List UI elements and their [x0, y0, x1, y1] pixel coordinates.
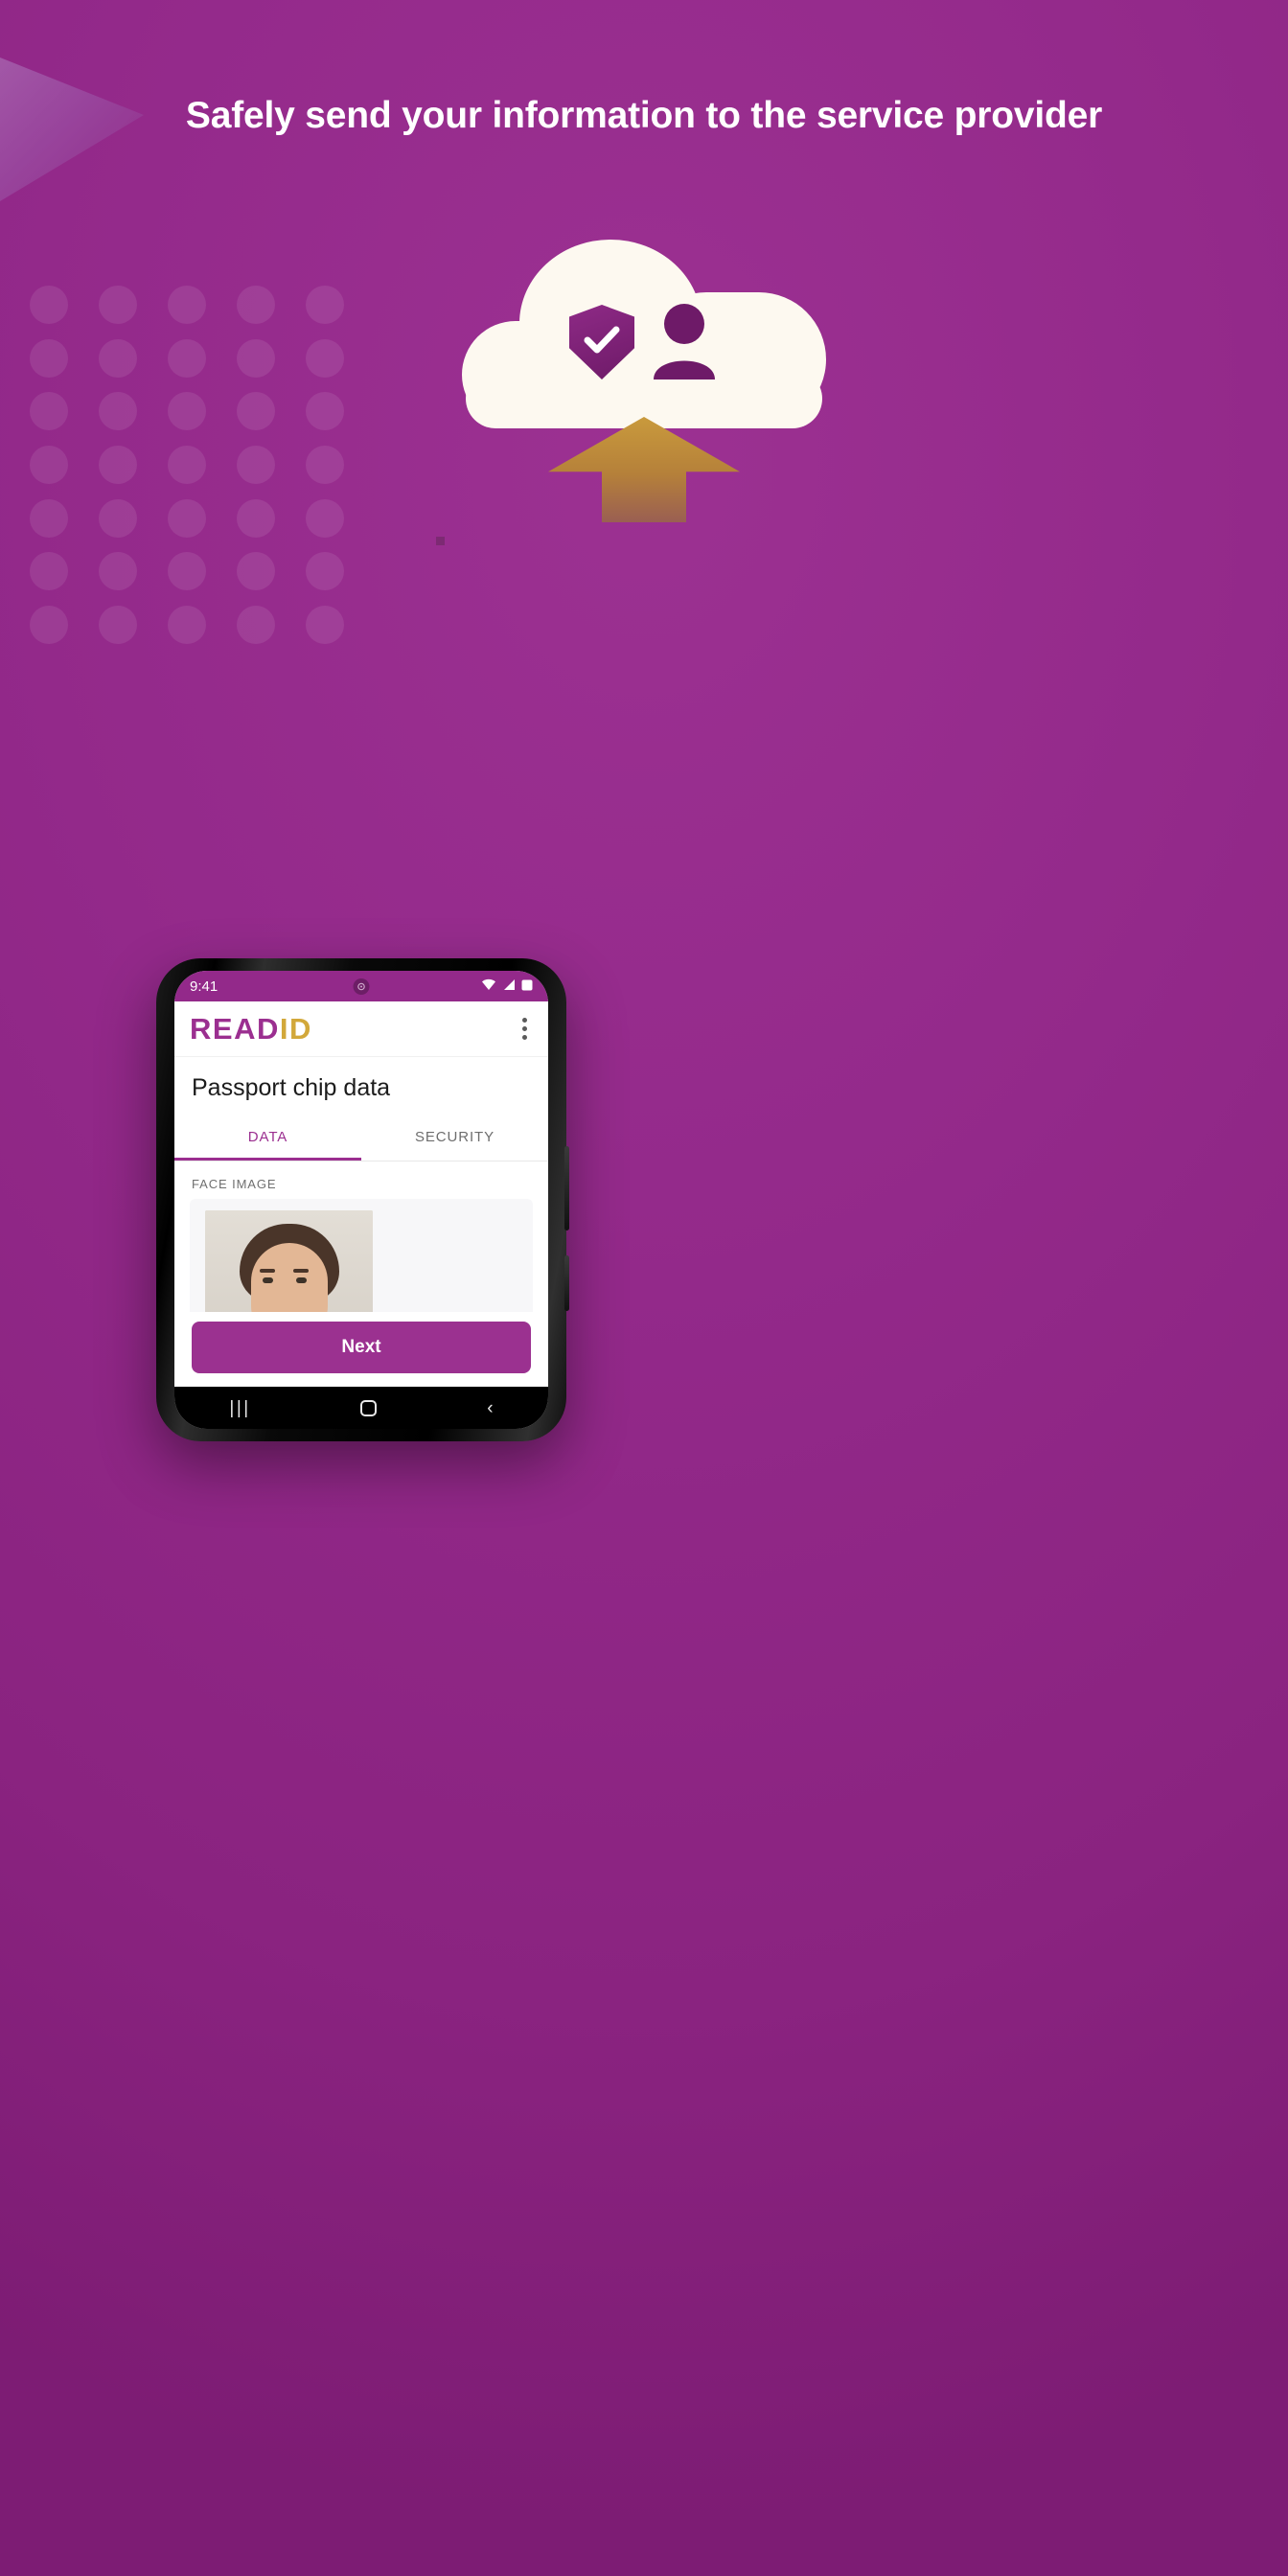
phone-mockup: 9:41 READID Passport chip data DATA SECU…	[156, 958, 569, 1441]
android-navigation-bar: ||| ‹	[174, 1387, 548, 1429]
app-bar: READID	[174, 1001, 548, 1057]
phone-screen: 9:41 READID Passport chip data DATA SECU…	[174, 971, 548, 1429]
upload-arrow-icon	[548, 417, 740, 522]
tab-bar: DATA SECURITY	[174, 1116, 548, 1162]
home-icon[interactable]	[360, 1399, 378, 1416]
tab-security[interactable]: SECURITY	[361, 1116, 548, 1161]
face-image-label: FACE IMAGE	[192, 1177, 277, 1191]
next-button[interactable]: Next	[192, 1322, 531, 1373]
page-title: Passport chip data	[192, 1074, 391, 1101]
person-icon	[650, 303, 719, 384]
tab-indicator	[174, 1158, 361, 1161]
phone-power-button	[564, 1255, 569, 1311]
decorative-dot	[436, 537, 445, 545]
app-logo: READID	[190, 1012, 312, 1046]
front-camera-icon	[353, 978, 370, 995]
tab-data[interactable]: DATA	[174, 1116, 361, 1161]
status-time: 9:41	[190, 978, 218, 995]
overflow-menu-icon[interactable]	[517, 1010, 533, 1047]
status-bar: 9:41	[174, 971, 548, 1001]
logo-id-text: ID	[279, 1011, 312, 1046]
battery-icon	[521, 978, 533, 995]
recent-apps-icon[interactable]: |||	[229, 1399, 250, 1417]
next-button-container: Next	[174, 1312, 548, 1387]
hero-illustration	[0, 230, 1288, 575]
back-icon[interactable]: ‹	[487, 1399, 493, 1417]
phone-volume-button	[564, 1146, 569, 1230]
wifi-icon	[481, 978, 496, 995]
signal-icon	[502, 978, 516, 995]
cloud-icon	[462, 240, 826, 431]
logo-read-text: READ	[190, 1011, 280, 1046]
page-headline: Safely send your information to the serv…	[185, 95, 1103, 136]
content-scroll-area[interactable]: FACE IMAGE Next	[174, 1162, 548, 1387]
